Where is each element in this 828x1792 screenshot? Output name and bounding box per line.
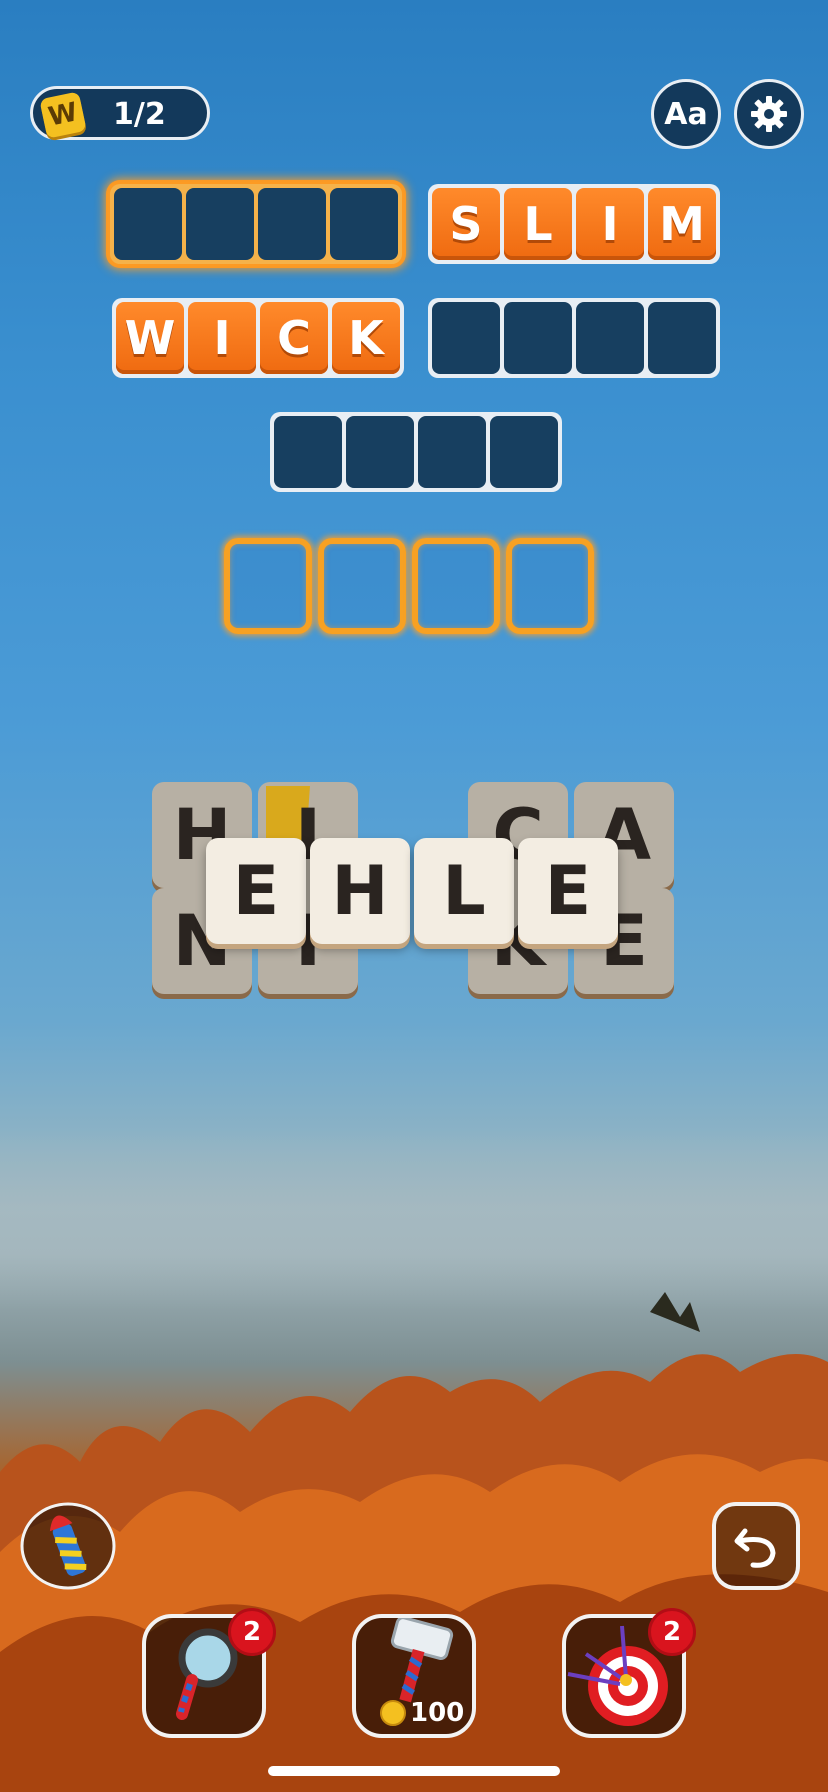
letter-tile (186, 188, 254, 260)
rocket-icon (20, 1502, 116, 1590)
count-badge: 2 (648, 1608, 696, 1656)
darts-tool-button[interactable]: 2 (562, 1608, 696, 1738)
answer-slot[interactable] (506, 538, 594, 634)
word-slot-row2-left: W I C K (112, 298, 404, 378)
word-slot-row1-right: S L I M (428, 184, 720, 264)
hammer-tool-button[interactable]: 100 (352, 1614, 476, 1738)
word-slot-row3 (270, 412, 562, 492)
letter-tile (490, 416, 558, 488)
letter-tile (258, 188, 326, 260)
answer-slot[interactable] (224, 538, 312, 634)
letter-tile-selectable[interactable]: E (518, 838, 618, 944)
word-slot-row2-right (428, 298, 720, 378)
word-tile-icon: W (39, 91, 87, 139)
letter-tile: I (576, 188, 644, 260)
letter-tile: S (432, 188, 500, 260)
coin-icon (380, 1700, 406, 1726)
letter-tile (346, 416, 414, 488)
letter-tile (418, 416, 486, 488)
answer-input-row (224, 538, 594, 634)
letter-tile: M (648, 188, 716, 260)
letter-tile: W (116, 302, 184, 374)
letter-tile (432, 302, 500, 374)
font-size-button[interactable]: Aa (651, 79, 721, 149)
mist-band (0, 1130, 828, 1310)
gear-icon (751, 96, 787, 132)
settings-button[interactable] (734, 79, 804, 149)
letter-tile: I (188, 302, 256, 374)
letter-tile (274, 416, 342, 488)
progress-counter: 1/2 (113, 97, 166, 132)
magnifier-hint-button[interactable]: 2 (142, 1608, 276, 1738)
answer-slot[interactable] (412, 538, 500, 634)
letter-tile-selectable[interactable]: H (310, 838, 410, 944)
letter-tile (504, 302, 572, 374)
letter-tile (114, 188, 182, 260)
undo-button[interactable] (712, 1502, 800, 1590)
font-size-label: Aa (664, 96, 708, 132)
count-badge: 2 (228, 1608, 276, 1656)
undo-icon (734, 1528, 776, 1568)
rocket-booster-button[interactable] (20, 1502, 116, 1590)
hammer-cost: 100 (380, 1698, 464, 1728)
letter-tile (648, 302, 716, 374)
letter-tile: K (332, 302, 400, 374)
level-progress-pill: W 1/2 (30, 86, 210, 140)
letter-tile (576, 302, 644, 374)
letter-tile-selectable[interactable]: L (414, 838, 514, 944)
home-indicator (268, 1766, 560, 1776)
answer-slot[interactable] (318, 538, 406, 634)
letter-tile-selectable[interactable]: E (206, 838, 306, 944)
letter-tile: C (260, 302, 328, 374)
cost-value: 100 (410, 1698, 465, 1728)
letter-tile: L (504, 188, 572, 260)
word-slot-row1-left (110, 184, 402, 264)
letter-tile (330, 188, 398, 260)
